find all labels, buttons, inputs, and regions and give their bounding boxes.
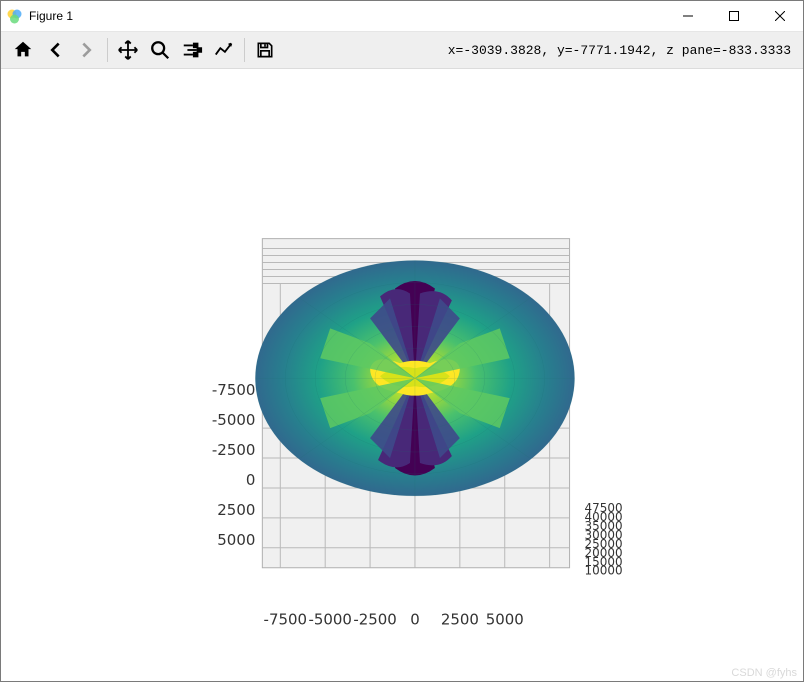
y-axis-ticks: -7500 -5000 -2500 0 2500 5000 xyxy=(212,381,255,549)
plot-canvas[interactable]: -7500 -5000 -2500 0 2500 5000 -7500 -500… xyxy=(1,69,803,681)
back-button[interactable] xyxy=(39,34,71,66)
figure: -7500 -5000 -2500 0 2500 5000 -7500 -500… xyxy=(1,69,803,681)
cursor-coordinates: x=-3039.3828, y=-7771.1942, z pane=-833.… xyxy=(448,43,797,58)
x-tick: -7500 xyxy=(264,611,307,629)
window-frame: Figure 1 xyxy=(0,0,804,682)
separator xyxy=(244,38,245,62)
minimize-button[interactable] xyxy=(665,1,711,31)
app-icon xyxy=(7,8,23,24)
save-button[interactable] xyxy=(249,34,281,66)
separator xyxy=(107,38,108,62)
y-tick: -7500 xyxy=(212,381,255,399)
edit-axes-button[interactable] xyxy=(208,34,240,66)
zoom-button[interactable] xyxy=(144,34,176,66)
x-axis-ticks: -7500 -5000 -2500 0 2500 5000 xyxy=(264,611,524,629)
x-tick: -2500 xyxy=(353,611,396,629)
forward-button[interactable] xyxy=(71,34,103,66)
y-tick: 0 xyxy=(246,471,256,489)
window-title: Figure 1 xyxy=(29,9,73,23)
subplots-button[interactable] xyxy=(176,34,208,66)
pan-button[interactable] xyxy=(112,34,144,66)
maximize-button[interactable] xyxy=(711,1,757,31)
titlebar-left: Figure 1 xyxy=(7,8,73,24)
titlebar[interactable]: Figure 1 xyxy=(1,1,803,32)
window-buttons xyxy=(665,1,803,31)
y-tick: 5000 xyxy=(217,531,255,549)
y-tick: -5000 xyxy=(212,411,255,429)
x-tick: -5000 xyxy=(308,611,351,629)
home-button[interactable] xyxy=(7,34,39,66)
x-tick: 5000 xyxy=(486,611,524,629)
watermark: CSDN @fyhs xyxy=(731,667,797,679)
x-tick: 2500 xyxy=(441,611,479,629)
x-tick: 0 xyxy=(410,611,420,629)
y-tick: 2500 xyxy=(217,501,255,519)
toolbar: x=-3039.3828, y=-7771.1942, z pane=-833.… xyxy=(1,32,803,69)
y-tick: -2500 xyxy=(212,441,255,459)
z-axis-ticks: 10000 15000 20000 25000 30000 35000 4000… xyxy=(585,501,623,578)
close-button[interactable] xyxy=(757,1,803,31)
z-tick: 47500 xyxy=(585,501,623,515)
surface xyxy=(255,261,574,496)
